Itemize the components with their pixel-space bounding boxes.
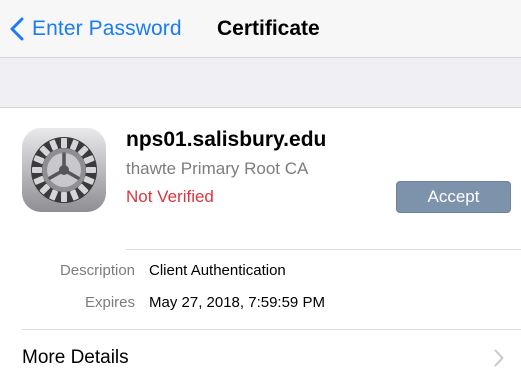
back-button-label: Enter Password xyxy=(32,17,182,40)
divider xyxy=(126,249,521,250)
description-value: Client Authentication xyxy=(149,262,286,279)
certificate-issuer: thawte Primary Root CA xyxy=(126,159,309,178)
page-title: Certificate xyxy=(217,17,320,40)
verification-status: Not Verified xyxy=(126,187,214,206)
description-label: Description xyxy=(59,262,135,279)
navigation-bar: Enter Password Certificate xyxy=(0,0,521,58)
chevron-right-icon xyxy=(494,349,504,367)
accept-button[interactable]: Accept xyxy=(396,181,511,213)
certificate-summary: nps01.salisbury.edu thawte Primary Root … xyxy=(0,108,521,250)
detail-row-expires: Expires May 27, 2018, 7:59:59 PM xyxy=(0,288,521,318)
section-header-band xyxy=(0,58,521,108)
detail-row-description: Description Client Authentication xyxy=(0,256,521,286)
expires-value: May 27, 2018, 7:59:59 PM xyxy=(149,294,325,311)
more-details-label: More Details xyxy=(22,347,129,368)
expires-label: Expires xyxy=(84,294,135,311)
certificate-name: nps01.salisbury.edu xyxy=(126,128,327,151)
settings-gear-icon xyxy=(22,128,106,212)
chevron-left-icon xyxy=(10,14,26,44)
more-details-row[interactable]: More Details xyxy=(0,330,521,385)
back-button[interactable]: Enter Password xyxy=(10,14,182,44)
